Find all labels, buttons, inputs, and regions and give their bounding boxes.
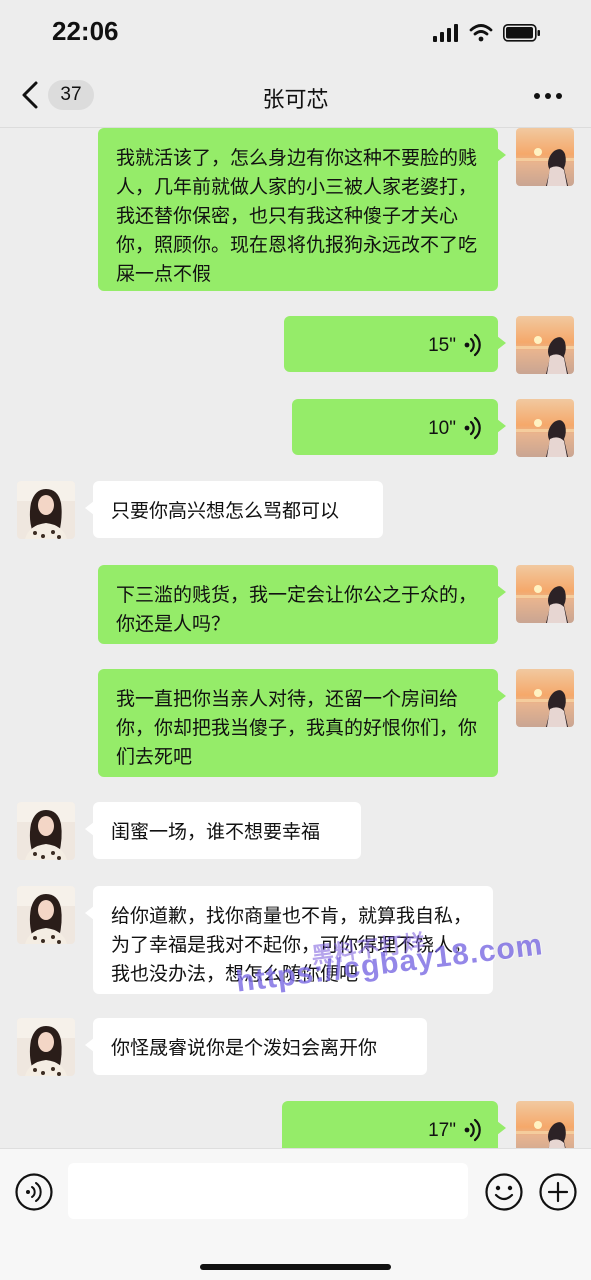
my-avatar[interactable] bbox=[516, 669, 574, 727]
more-dots-icon[interactable] bbox=[533, 92, 563, 100]
message-bubble-sent[interactable]: 下三滥的贱货，我一定会让你公之于众的，你还是人吗？ bbox=[98, 565, 506, 644]
message-bubble-received[interactable]: 闺蜜一场，谁不想要幸福 bbox=[85, 802, 361, 859]
message-bubble-received[interactable]: 给你道歉，找你商量也不肯，就算我自私，为了幸福是我对不起你，可你得理不饶人，我也… bbox=[85, 886, 493, 994]
sound-wave-icon bbox=[462, 332, 484, 358]
my-avatar[interactable] bbox=[516, 565, 574, 623]
contact-avatar[interactable] bbox=[17, 886, 75, 944]
my-avatar[interactable] bbox=[516, 1101, 574, 1148]
message-text: 你怪晟睿说你是个泼妇会离开你 bbox=[111, 1037, 378, 1059]
message-text: 我就活该了，怎么身边有你这种不要脸的贱人，几年前就做人家的小三被人家老婆打，我还… bbox=[116, 147, 478, 285]
message-list[interactable]: 我就活该了，怎么身边有你这种不要脸的贱人，几年前就做人家的小三被人家老婆打，我还… bbox=[0, 128, 591, 1148]
message-bubble-sent[interactable]: 我一直把你当亲人对待，还留一个房间给你，你却把我当傻子，我真的好恨你们，你们去死… bbox=[98, 669, 506, 777]
voice-duration: 10" bbox=[428, 418, 456, 439]
battery-icon bbox=[503, 24, 540, 42]
status-time: 22:06 bbox=[52, 16, 119, 46]
status-icons bbox=[433, 24, 540, 42]
sound-wave-icon bbox=[462, 1117, 484, 1143]
my-avatar[interactable] bbox=[516, 316, 574, 374]
status-bar: 22:06 bbox=[0, 0, 591, 62]
voice-duration: 17" bbox=[428, 1120, 456, 1141]
home-indicator bbox=[200, 1264, 391, 1270]
voice-duration: 15" bbox=[428, 335, 456, 356]
voice-message-bubble[interactable]: 10" bbox=[292, 399, 506, 455]
wifi-icon bbox=[469, 24, 493, 42]
message-bubble-sent[interactable]: 我就活该了，怎么身边有你这种不要脸的贱人，几年前就做人家的小三被人家老婆打，我还… bbox=[98, 128, 506, 291]
voice-input-icon[interactable] bbox=[14, 1172, 54, 1212]
message-bubble-received[interactable]: 只要你高兴想怎么骂都可以 bbox=[85, 481, 383, 538]
emoji-smile-icon[interactable] bbox=[484, 1172, 524, 1212]
sound-wave-icon bbox=[462, 415, 484, 441]
message-input[interactable] bbox=[68, 1163, 468, 1219]
cellular-signal-icon bbox=[433, 24, 458, 42]
message-text: 闺蜜一场，谁不想要幸福 bbox=[111, 821, 321, 843]
input-bar bbox=[0, 1148, 591, 1280]
contact-avatar[interactable] bbox=[17, 1018, 75, 1076]
chat-header: 37 张可芯 bbox=[0, 62, 591, 128]
voice-message-bubble[interactable]: 17" bbox=[282, 1101, 506, 1148]
voice-message-bubble[interactable]: 15" bbox=[284, 316, 506, 372]
message-text: 只要你高兴想怎么骂都可以 bbox=[111, 500, 340, 522]
chat-title: 张可芯 bbox=[262, 88, 329, 113]
my-avatar[interactable] bbox=[516, 128, 574, 186]
contact-avatar[interactable] bbox=[17, 802, 75, 860]
contact-avatar[interactable] bbox=[17, 481, 75, 539]
plus-circle-icon[interactable] bbox=[538, 1172, 578, 1212]
message-bubble-received[interactable]: 你怪晟睿说你是个泼妇会离开你 bbox=[85, 1018, 427, 1075]
my-avatar[interactable] bbox=[516, 399, 574, 457]
message-text: 下三滥的贱货，我一定会让你公之于众的，你还是人吗？ bbox=[116, 584, 478, 635]
message-text: 我一直把你当亲人对待，还留一个房间给你，你却把我当傻子，我真的好恨你们，你们去死… bbox=[116, 688, 478, 768]
message-text: 给你道歉，找你商量也不肯，就算我自私，为了幸福是我对不起你，可你得理不饶人，我也… bbox=[111, 905, 473, 985]
